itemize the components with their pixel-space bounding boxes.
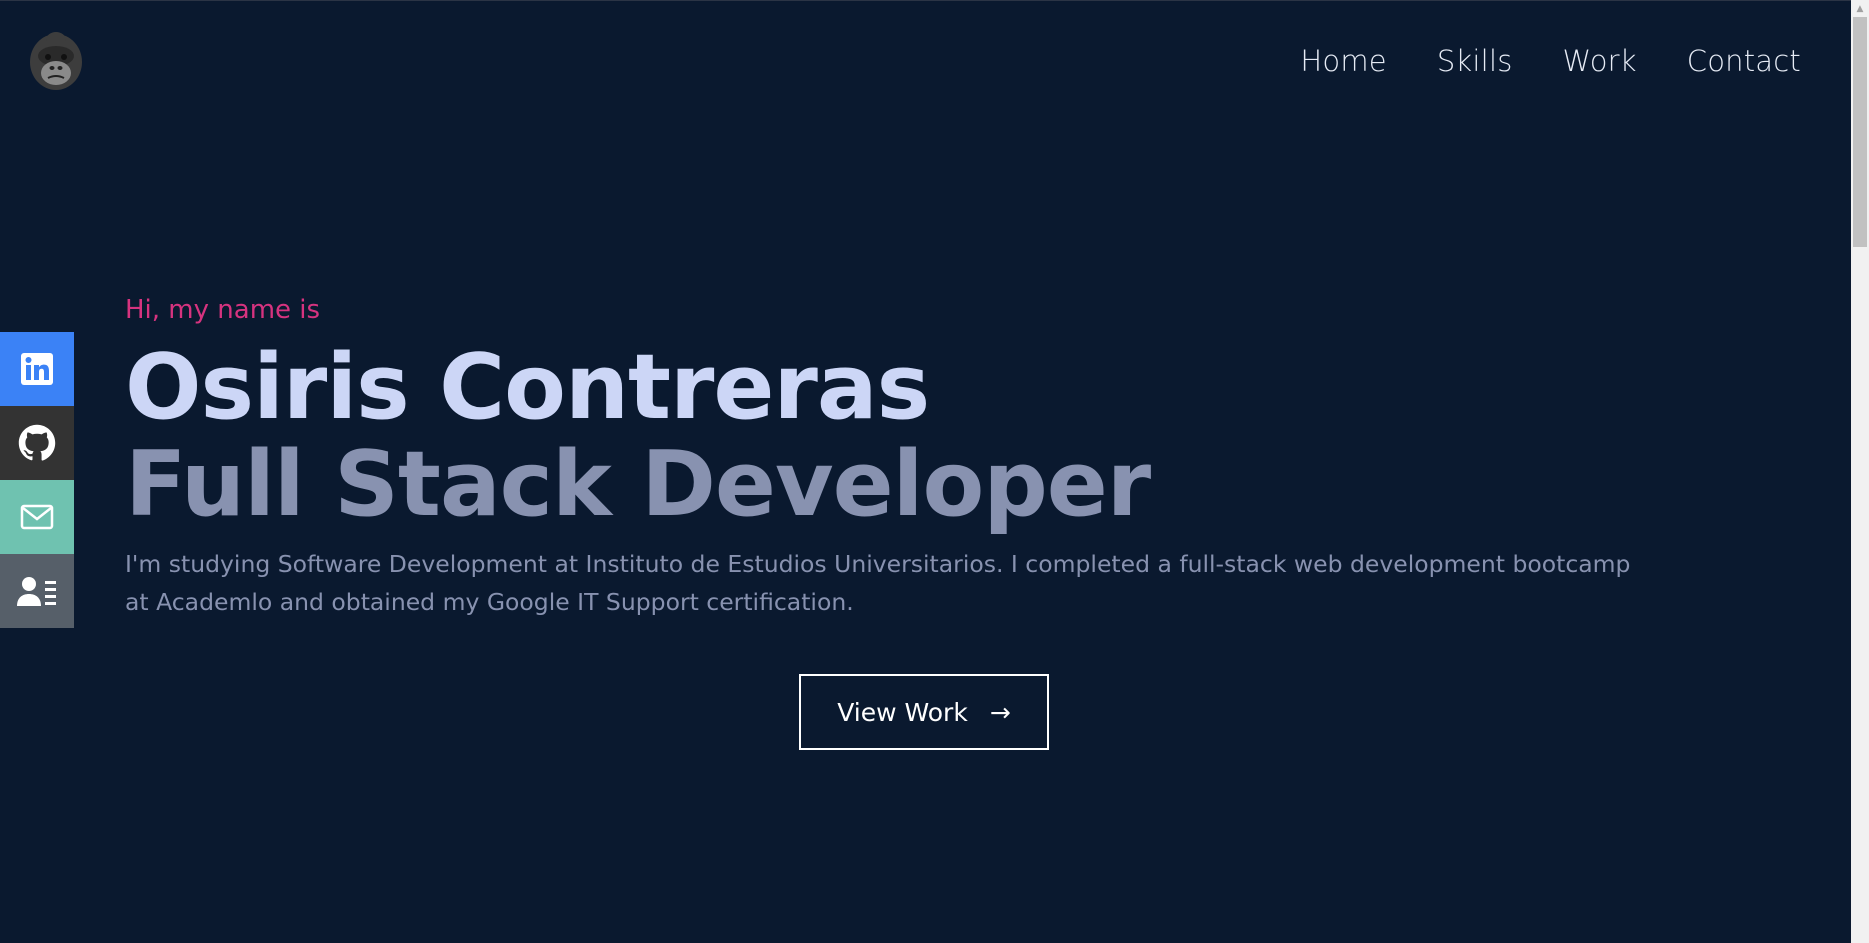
view-work-button[interactable]: View Work →	[799, 674, 1049, 750]
gorilla-logo-icon[interactable]	[28, 30, 84, 92]
scroll-up-arrow-icon[interactable]: ▲	[1851, 0, 1869, 17]
hero-name: Osiris Contreras	[125, 335, 930, 440]
view-work-label: View Work	[837, 697, 968, 727]
hero-bio: I'm studying Software Development at Ins…	[125, 550, 1631, 617]
resume-link[interactable]	[0, 554, 74, 628]
nav-contact[interactable]: Contact	[1687, 44, 1801, 78]
nav-work[interactable]: Work	[1563, 44, 1637, 78]
linkedin-icon	[21, 353, 53, 385]
greeting-text: Hi, my name is	[125, 295, 321, 325]
hero-section: Hi, my name is Osiris Contreras Full Sta…	[125, 295, 1685, 621]
arrow-right-icon: →	[989, 697, 1011, 727]
scroll-thumb[interactable]	[1853, 17, 1867, 247]
github-link[interactable]	[0, 406, 74, 480]
hero-role: Full Stack Developer	[125, 432, 1151, 538]
portfolio-page: Home Skills Work Contact Hi, my name is …	[0, 0, 1869, 943]
linkedin-link[interactable]	[0, 332, 74, 406]
top-border	[0, 0, 1851, 1]
nav-skills[interactable]: Skills	[1437, 44, 1513, 78]
page-scrollbar[interactable]: ▲	[1851, 0, 1869, 943]
email-link[interactable]	[0, 480, 74, 554]
nav-home[interactable]: Home	[1300, 44, 1386, 78]
social-sidebar	[0, 332, 74, 628]
resume-icon	[17, 577, 56, 606]
mail-icon	[20, 504, 54, 530]
main-nav: Home Skills Work Contact	[1300, 44, 1801, 78]
github-icon	[18, 424, 56, 461]
